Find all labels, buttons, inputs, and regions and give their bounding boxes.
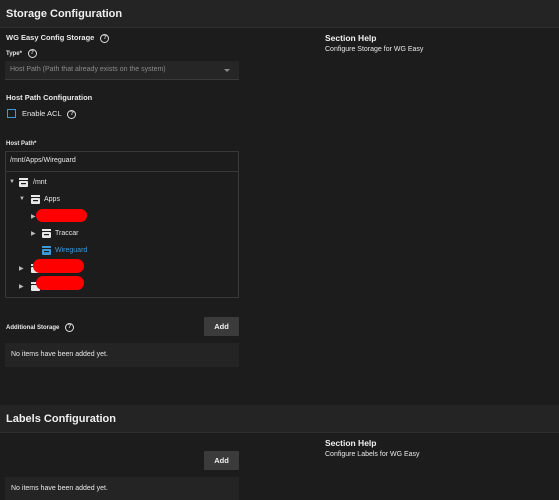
storage-section-title: Storage Configuration	[6, 8, 123, 20]
chevron-down-icon	[224, 69, 230, 72]
collapse-arrow-icon[interactable]: ▼	[19, 196, 25, 202]
host-path-input[interactable]: /mnt/Apps/Wireguard	[6, 152, 238, 172]
dataset-icon	[31, 195, 40, 204]
add-storage-button[interactable]: Add	[204, 317, 239, 336]
empty-message: No items have been added yet.	[11, 485, 108, 492]
enable-acl-checkbox[interactable]	[7, 109, 16, 118]
host-path-label: Host Path*	[6, 141, 36, 147]
tree-node-mnt[interactable]: ▼ /mnt	[9, 177, 209, 189]
dataset-icon	[42, 229, 51, 238]
storage-help-text: Configure Storage for WG Easy	[325, 46, 424, 53]
type-label-text: Type	[6, 51, 20, 58]
labels-section-header: Labels Configuration	[0, 405, 559, 433]
labels-section-title: Labels Configuration	[6, 413, 116, 425]
enable-acl-text: Enable ACL	[22, 109, 62, 118]
expand-arrow-icon[interactable]: ▶	[19, 283, 24, 290]
expand-arrow-icon[interactable]: ▶	[31, 213, 36, 220]
storage-section-header: Storage Configuration	[0, 0, 559, 28]
redaction-mark	[36, 209, 87, 222]
help-circle-icon[interactable]: ?	[100, 33, 110, 43]
additional-storage-empty: No items have been added yet.	[5, 343, 239, 367]
enable-acl-label: Enable ACL ?	[22, 109, 77, 119]
labels-empty: No items have been added yet.	[5, 477, 239, 500]
tree-node-label: Traccar	[55, 230, 79, 237]
type-select-value: Host Path (Path that already exists on t…	[10, 66, 166, 73]
add-label-button[interactable]: Add	[204, 451, 239, 470]
dataset-icon	[19, 178, 28, 187]
tree-node-label: /mnt	[33, 179, 47, 186]
help-circle-icon[interactable]: ?	[65, 323, 75, 332]
tree-node-label: Apps	[44, 196, 60, 203]
config-storage-group-label: WG Easy Config Storage ?	[6, 33, 110, 43]
collapse-arrow-icon[interactable]: ▼	[9, 179, 15, 185]
type-label: Type* ?	[6, 49, 37, 58]
host-path-explorer: /mnt/Apps/Wireguard ▼ /mnt ▼ Apps ▶ ▶ Tr…	[5, 151, 239, 298]
tree-node-traccar[interactable]: ▶ Traccar	[31, 228, 231, 240]
tree-node-wireguard[interactable]: Wireguard	[31, 245, 231, 257]
redaction-mark	[33, 259, 84, 273]
labels-help-title: Section Help	[325, 438, 377, 448]
host-path-label-text: Host Path	[6, 141, 35, 147]
config-storage-label-text: WG Easy Config Storage	[6, 33, 95, 42]
tree-node-label: Wireguard	[55, 247, 88, 254]
host-path-config-label: Host Path Configuration	[6, 93, 93, 102]
type-select[interactable]: Host Path (Path that already exists on t…	[5, 61, 239, 80]
tree-node-apps[interactable]: ▼ Apps	[19, 194, 219, 206]
expand-arrow-icon[interactable]: ▶	[31, 230, 36, 237]
empty-message: No items have been added yet.	[11, 351, 108, 358]
app-config-page: Storage Configuration WG Easy Config Sto…	[0, 0, 559, 500]
labels-help-text: Configure Labels for WG Easy	[325, 451, 420, 458]
dataset-icon	[42, 246, 51, 255]
required-marker: *	[34, 141, 37, 147]
required-marker: *	[19, 51, 22, 58]
redaction-mark	[36, 276, 84, 290]
help-circle-icon[interactable]: ?	[27, 49, 37, 58]
additional-storage-label: Additional Storage ?	[6, 323, 75, 332]
host-path-input-value: /mnt/Apps/Wireguard	[10, 157, 76, 164]
additional-storage-text: Additional Storage	[6, 325, 60, 332]
expand-arrow-icon[interactable]: ▶	[19, 265, 24, 272]
storage-help-title: Section Help	[325, 33, 377, 43]
help-circle-icon[interactable]: ?	[67, 109, 77, 119]
